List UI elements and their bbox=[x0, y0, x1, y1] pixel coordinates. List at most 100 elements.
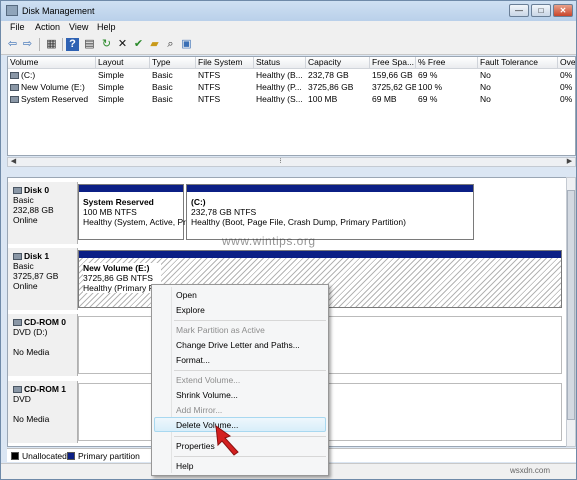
disk-size: 3725,87 GB bbox=[13, 271, 59, 281]
pointer-arrow-icon bbox=[215, 424, 239, 456]
volume-icon bbox=[10, 72, 19, 80]
legend-unallocated-label: Unallocated bbox=[22, 451, 67, 461]
menu-file[interactable]: File bbox=[10, 22, 25, 32]
scroll-right-icon[interactable]: ▶ bbox=[565, 158, 574, 166]
cd-rom-icon bbox=[13, 319, 22, 327]
forward-icon[interactable]: ⇨ bbox=[21, 38, 34, 51]
column-header-free-space[interactable]: Free Spa... bbox=[370, 57, 416, 69]
disk-state: Online bbox=[13, 215, 38, 225]
menu-item-open[interactable]: Open bbox=[176, 290, 197, 301]
title-bar[interactable]: Disk Management — □ ✕ bbox=[1, 1, 576, 21]
menu-item-help[interactable]: Help bbox=[176, 461, 193, 472]
hard-disk-icon bbox=[13, 253, 22, 261]
help-icon[interactable]: ? bbox=[66, 38, 79, 51]
column-header-status[interactable]: Status bbox=[254, 57, 306, 69]
disk-info-cdrom-1[interactable]: CD-ROM 1 DVD No Media bbox=[8, 381, 78, 443]
close-button[interactable]: ✕ bbox=[553, 4, 573, 17]
table-cell: Healthy (S... bbox=[256, 94, 303, 104]
partition-status: Healthy (System, Active, Pr bbox=[83, 217, 186, 227]
scroll-thumb[interactable] bbox=[567, 190, 575, 420]
table-cell: No bbox=[480, 94, 491, 104]
menu-separator bbox=[174, 456, 326, 457]
menu-item-shrink-volume[interactable]: Shrink Volume... bbox=[176, 390, 238, 401]
disk-info-cdrom-0[interactable]: CD-ROM 0 DVD (D:) No Media bbox=[8, 314, 78, 376]
delete-icon[interactable]: ✕ bbox=[116, 38, 129, 51]
disk-info-disk-0[interactable]: Disk 0 Basic 232,88 GB Online bbox=[8, 182, 78, 244]
partition-text: New Volume (E:) 3725,86 GB NTFS Healthy … bbox=[83, 263, 162, 293]
folder-open-icon[interactable]: ▰ bbox=[148, 38, 161, 51]
volume-icon bbox=[10, 96, 19, 104]
vertical-scrollbar[interactable] bbox=[566, 177, 576, 447]
column-header-fault-tolerance[interactable]: Fault Tolerance bbox=[478, 57, 558, 69]
menu-bar: File Action View Help bbox=[1, 21, 576, 35]
menu-action[interactable]: Action bbox=[35, 22, 60, 32]
disk-state: Online bbox=[13, 281, 38, 291]
menu-help[interactable]: Help bbox=[97, 22, 116, 32]
minimize-button[interactable]: — bbox=[509, 4, 529, 17]
menu-item-properties[interactable]: Properties bbox=[176, 441, 215, 452]
menu-item-explore[interactable]: Explore bbox=[176, 305, 205, 316]
toolbar-separator bbox=[62, 38, 63, 51]
back-icon[interactable]: ⇦ bbox=[6, 38, 19, 51]
column-header-overhead[interactable]: Ove bbox=[558, 57, 575, 69]
horizontal-scrollbar[interactable]: ◀ ⁝ ▶ bbox=[7, 157, 576, 167]
menu-view[interactable]: View bbox=[69, 22, 88, 32]
table-cell: 69 MB bbox=[372, 94, 397, 104]
column-header-capacity[interactable]: Capacity bbox=[306, 57, 370, 69]
primary-partition-bar bbox=[79, 251, 561, 258]
column-header-layout[interactable]: Layout bbox=[96, 57, 150, 69]
menu-item-add-mirror[interactable]: Add Mirror... bbox=[176, 405, 222, 416]
table-cell: Basic bbox=[152, 82, 173, 92]
primary-partition-bar bbox=[187, 185, 473, 192]
disk-name: Disk 1 bbox=[13, 251, 77, 261]
partition-text: (C:) 232,78 GB NTFS Healthy (Boot, Page … bbox=[191, 197, 406, 227]
check-icon[interactable]: ✔ bbox=[132, 38, 145, 51]
table-cell: No bbox=[480, 70, 491, 80]
disk-size: 232,88 GB bbox=[13, 205, 54, 215]
maximize-button[interactable]: □ bbox=[531, 4, 551, 17]
volume-list: Volume Layout Type File System Status Ca… bbox=[7, 56, 576, 156]
menu-item-mark-active[interactable]: Mark Partition as Active bbox=[176, 325, 265, 336]
disk-view-icon[interactable]: ▣ bbox=[180, 38, 193, 51]
table-cell: 3725,86 GB bbox=[308, 82, 354, 92]
partition-c[interactable]: (C:) 232,78 GB NTFS Healthy (Boot, Page … bbox=[186, 184, 474, 240]
partition-system-reserved[interactable]: System Reserved 100 MB NTFS Healthy (Sys… bbox=[78, 184, 186, 240]
disk-management-icon bbox=[6, 5, 18, 16]
table-cell: 0% bbox=[560, 70, 573, 80]
table-cell: 0% bbox=[560, 94, 573, 104]
partition-name: (C:) bbox=[191, 197, 206, 207]
table-cell: NTFS bbox=[198, 82, 221, 92]
pane-splitter[interactable] bbox=[1, 169, 576, 176]
table-cell: Simple bbox=[98, 82, 124, 92]
corner-watermark: wsxdn.com bbox=[510, 466, 551, 475]
column-header-file-system[interactable]: File System bbox=[196, 57, 254, 69]
table-cell: Healthy (P... bbox=[256, 82, 302, 92]
refresh-icon[interactable]: ↻ bbox=[100, 38, 113, 51]
table-cell: Basic bbox=[152, 94, 173, 104]
menu-item-change-drive-letter[interactable]: Change Drive Letter and Paths... bbox=[176, 340, 300, 351]
table-cell: 0% bbox=[560, 82, 573, 92]
scroll-left-icon[interactable]: ◀ bbox=[9, 158, 18, 166]
disk-info-disk-1[interactable]: Disk 1 Basic 3725,87 GB Online bbox=[8, 248, 78, 310]
search-icon[interactable]: ⌕ bbox=[164, 38, 177, 51]
table-cell: 159,66 GB bbox=[372, 70, 413, 80]
properties-icon[interactable]: ▤ bbox=[83, 38, 96, 51]
menu-item-format[interactable]: Format... bbox=[176, 355, 210, 366]
console-tree-icon[interactable]: ▦ bbox=[45, 38, 58, 51]
column-header-volume[interactable]: Volume bbox=[8, 57, 96, 69]
column-header-percent-free[interactable]: % Free bbox=[416, 57, 478, 69]
watermark-text: www.wintips.org bbox=[222, 234, 316, 248]
table-cell: No bbox=[480, 82, 491, 92]
disk-kind: Basic bbox=[13, 261, 34, 271]
menu-item-extend-volume[interactable]: Extend Volume... bbox=[176, 375, 240, 386]
disk-name: CD-ROM 0 bbox=[13, 317, 77, 327]
column-header-type[interactable]: Type bbox=[150, 57, 196, 69]
table-cell: 232,78 GB bbox=[308, 70, 349, 80]
table-cell: Simple bbox=[98, 70, 124, 80]
scroll-grip-icon[interactable]: ⁝ bbox=[276, 158, 285, 166]
legend-primary-label: Primary partition bbox=[78, 451, 140, 461]
disk-kind: DVD (D:) bbox=[13, 327, 48, 337]
partition-text: System Reserved 100 MB NTFS Healthy (Sys… bbox=[83, 197, 186, 227]
table-cell: 100 % bbox=[418, 82, 443, 92]
legend-unallocated-swatch bbox=[11, 452, 19, 460]
